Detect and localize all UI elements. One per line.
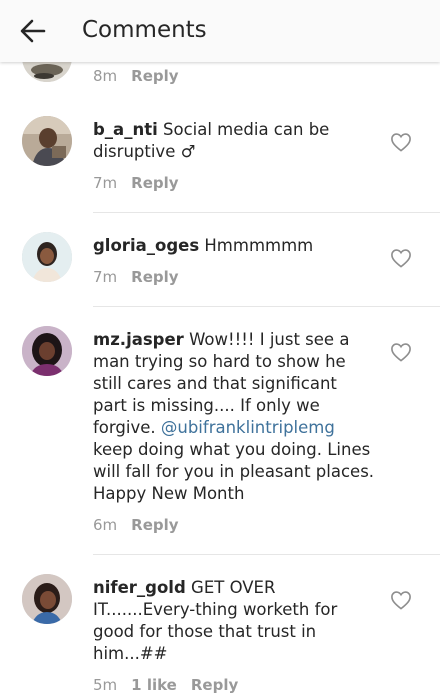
comment-item: nifer_gold GET OVER IT.......Every-thing… [0, 574, 440, 694]
partial-comment: 8m Reply [0, 62, 440, 96]
back-button[interactable] [14, 12, 52, 50]
comment-meta: 6m Reply [93, 515, 375, 535]
comment-meta: 7m Reply [93, 173, 375, 193]
comment-meta: 5m 1 like Reply [93, 675, 375, 695]
avatar[interactable] [22, 232, 72, 282]
likes-count[interactable]: 1 like [131, 675, 177, 695]
heart-icon[interactable] [390, 342, 412, 362]
page-title: Comments [82, 17, 207, 43]
avatar[interactable] [22, 574, 72, 624]
comment-content: keep doing what you doing. Lines will fa… [93, 440, 375, 503]
comment-meta: 7m Reply [93, 267, 375, 287]
mention-link[interactable]: @ubifranklintriplemg [161, 418, 335, 437]
reply-button[interactable]: Reply [131, 173, 178, 193]
app-bar: Comments [0, 0, 440, 62]
divider [93, 212, 440, 213]
avatar[interactable] [22, 116, 72, 166]
comment-time: 7m [93, 174, 118, 192]
comment-time: 6m [93, 516, 118, 534]
heart-icon[interactable] [390, 132, 412, 152]
comment-item: b_a_nti Social media can be disruptive ♂… [0, 116, 440, 212]
comment-item: mz.jasper Wow!!!! I just see a man tryin… [0, 326, 440, 552]
reply-button[interactable]: Reply [131, 515, 178, 535]
comments-list: 8m Reply b_a_nti Social media can be dis… [0, 0, 440, 694]
comment-text: mz.jasper Wow!!!! I just see a man tryin… [93, 329, 375, 505]
comment-time: 5m [93, 676, 118, 694]
comment-text: nifer_gold GET OVER IT.......Every-thing… [93, 577, 375, 665]
reply-button[interactable]: Reply [131, 267, 178, 287]
username[interactable]: gloria_oges [93, 236, 199, 255]
comment-body: b_a_nti Social media can be disruptive ♂… [93, 119, 375, 193]
reply-button[interactable]: Reply [191, 675, 238, 695]
avatar[interactable] [22, 326, 72, 376]
comment-body: nifer_gold GET OVER IT.......Every-thing… [93, 577, 375, 695]
comment-text: gloria_oges Hmmmmmm [93, 235, 375, 257]
heart-icon[interactable] [390, 590, 412, 610]
username[interactable]: b_a_nti [93, 120, 158, 139]
comment-meta: 8m Reply [93, 66, 179, 86]
username[interactable]: nifer_gold [93, 578, 186, 597]
comment-item: gloria_oges Hmmmmmm 7m Reply [0, 232, 440, 306]
comment-time: 8m [93, 67, 118, 85]
divider [93, 306, 440, 307]
comment-body: gloria_oges Hmmmmmm 7m Reply [93, 235, 375, 287]
heart-icon[interactable] [390, 248, 412, 268]
comment-text: b_a_nti Social media can be disruptive ♂ [93, 119, 375, 163]
comment-time: 7m [93, 268, 118, 286]
username[interactable]: mz.jasper [93, 330, 184, 349]
reply-button[interactable]: Reply [131, 66, 178, 86]
arrow-left-icon [20, 19, 46, 43]
comment-content: Hmmmmmm [204, 236, 314, 255]
avatar[interactable] [22, 62, 72, 82]
comment-body: mz.jasper Wow!!!! I just see a man tryin… [93, 329, 375, 535]
divider [93, 554, 440, 555]
